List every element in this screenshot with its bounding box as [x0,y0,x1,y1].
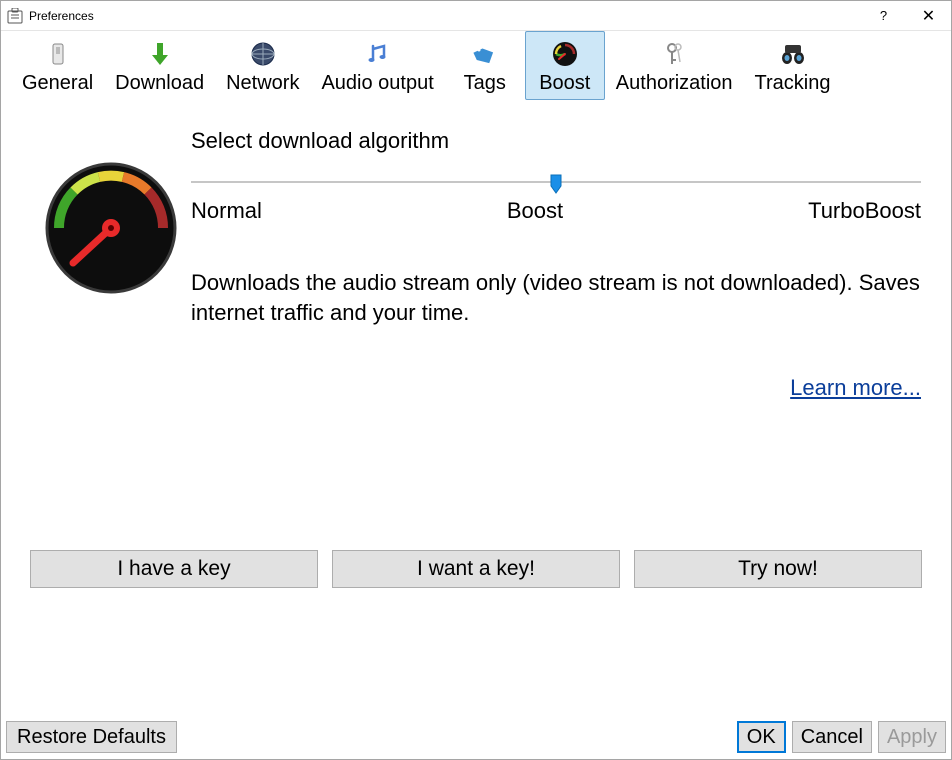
tab-label: Tags [464,72,506,95]
binoculars-icon [779,40,807,68]
tab-network[interactable]: Network [215,31,310,100]
tab-label: Audio output [321,72,433,95]
help-button[interactable]: ? [861,1,906,31]
tab-label: Boost [539,72,590,95]
tab-download[interactable]: Download [104,31,215,100]
try-now-button[interactable]: Try now! [634,550,922,588]
app-icon [7,8,23,24]
tab-bar: General Download Network [1,31,951,100]
ok-button[interactable]: OK [737,721,786,753]
cancel-button[interactable]: Cancel [792,721,872,753]
window-title: Preferences [29,9,94,23]
slider-label-turboboost: TurboBoost [808,198,921,224]
network-icon [249,40,277,68]
tab-label: Tracking [755,72,831,95]
key-button-row: I have a key I want a key! Try now! [30,550,922,588]
audio-icon [364,40,392,68]
gauge-illustration [41,158,181,301]
restore-defaults-button[interactable]: Restore Defaults [6,721,177,753]
tab-authorization[interactable]: Authorization [605,31,744,100]
apply-button[interactable]: Apply [878,721,946,753]
tab-label: Download [115,72,204,95]
close-button[interactable]: ✕ [906,1,951,31]
learn-more-link[interactable]: Learn more... [790,375,921,400]
gear-icon [44,40,72,68]
tab-label: Authorization [616,72,733,95]
slider-label-boost: Boost [507,198,563,224]
tab-label: Network [226,72,299,95]
tab-general[interactable]: General [11,31,104,100]
dialog-footer: Restore Defaults OK Cancel Apply [0,714,952,760]
algorithm-slider[interactable] [191,172,921,192]
download-icon [146,40,174,68]
section-heading: Select download algorithm [191,128,921,154]
slider-label-normal: Normal [191,198,262,224]
boost-icon [551,40,579,68]
tab-boost[interactable]: Boost [525,31,605,100]
want-key-button[interactable]: I want a key! [332,550,620,588]
tags-icon [471,40,499,68]
tab-label: General [22,72,93,95]
algorithm-description: Downloads the audio stream only (video s… [191,268,921,327]
tab-audio-output[interactable]: Audio output [310,31,444,100]
keys-icon [660,40,688,68]
have-key-button[interactable]: I have a key [30,550,318,588]
slider-thumb-icon [550,174,562,194]
tab-tags[interactable]: Tags [445,31,525,100]
titlebar: Preferences ? ✕ [1,1,951,31]
tab-tracking[interactable]: Tracking [744,31,842,100]
